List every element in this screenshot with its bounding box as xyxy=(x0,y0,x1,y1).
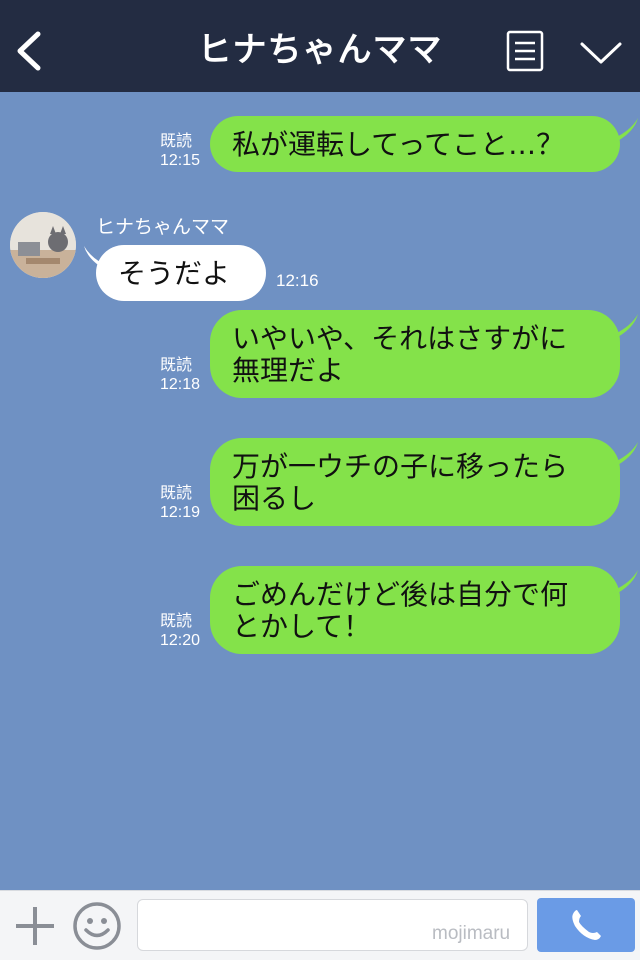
emoji-button[interactable] xyxy=(72,901,122,951)
call-button[interactable] xyxy=(537,898,635,952)
message-text-line: いやいや、それはさすがに xyxy=(232,322,568,355)
message-bubble-received[interactable]: そうだよ xyxy=(96,245,266,301)
smiley-icon xyxy=(73,902,121,950)
chevron-down-icon xyxy=(580,42,622,64)
message-bubble-sent[interactable]: 私が運転してってこと…？ xyxy=(210,116,620,172)
chat-title: ヒナちゃんママ xyxy=(197,30,443,70)
message-text-line: 無理だよ xyxy=(232,354,345,387)
chat-header: ヒナちゃんママ xyxy=(0,0,640,92)
chat-area[interactable]: 既読 12:15 私が運転してってこと…？ ヒナちゃんママ そうだよ 12:16… xyxy=(0,92,640,890)
input-bar: mojimaru xyxy=(0,890,640,960)
message-text-line: ごめんだけど後は自分で何 xyxy=(232,578,569,611)
message-bubble-sent[interactable]: いやいや、それはさすがに 無理だよ xyxy=(210,310,620,398)
avatar-image xyxy=(10,212,76,278)
menu-button[interactable] xyxy=(506,30,544,72)
read-receipt: 既読 12:15 xyxy=(160,133,201,169)
back-button[interactable] xyxy=(10,26,50,76)
message-text-line: とかして！ xyxy=(232,610,372,643)
read-receipt: 既読 12:19 xyxy=(160,485,201,521)
plus-icon xyxy=(16,907,54,945)
message-text-line: 困るし xyxy=(232,482,317,515)
message-bubble-sent[interactable]: 万が一ウチの子に移ったら 困るし xyxy=(210,438,620,526)
add-button[interactable] xyxy=(14,905,56,947)
message-text-line: 私が運転してってこと…？ xyxy=(232,128,565,161)
message-bubble-sent[interactable]: ごめんだけど後は自分で何 とかして！ xyxy=(210,566,620,654)
avatar[interactable] xyxy=(10,212,76,278)
chevron-left-icon xyxy=(17,31,41,71)
menu-icon xyxy=(506,30,544,72)
bubble-tail xyxy=(610,442,638,466)
message-text-line: そうだよ xyxy=(118,257,231,290)
phone-icon xyxy=(572,910,601,940)
expand-button[interactable] xyxy=(578,38,624,68)
bubble-tail xyxy=(610,118,638,142)
bubble-tail xyxy=(610,570,638,594)
read-receipt: 既読 12:20 xyxy=(160,613,201,649)
message-time: 12:16 xyxy=(276,271,319,290)
sender-name: ヒナちゃんママ xyxy=(96,216,230,238)
bubble-tail xyxy=(610,314,638,338)
message-input[interactable] xyxy=(137,899,528,951)
read-receipt: 既読 12:18 xyxy=(160,357,201,393)
message-text-line: 万が一ウチの子に移ったら xyxy=(232,450,569,483)
